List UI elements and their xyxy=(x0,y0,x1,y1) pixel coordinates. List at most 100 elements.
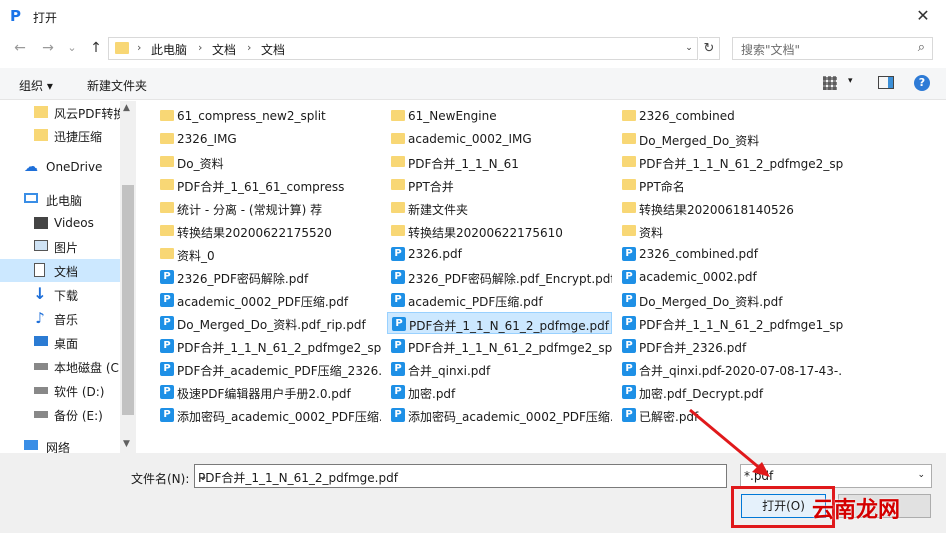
pdf-file-item[interactable]: Pacademic_0002_PDF压缩.pdf xyxy=(156,289,381,311)
folder-item[interactable]: PPT合并 xyxy=(387,174,612,196)
breadcrumb-documents-current[interactable]: 文档 xyxy=(261,41,285,58)
address-bar[interactable]: › 此电脑 › 文档 › 文档 xyxy=(108,37,698,60)
folder-item[interactable]: PPT命名 xyxy=(618,174,843,196)
pdf-file-item[interactable]: P 极速PDF编辑器用户手册2.0.pdf xyxy=(156,381,381,403)
sidebar-item-this-pc[interactable]: 此电脑 xyxy=(0,188,120,211)
pdf-file-item[interactable]: P PDF合并_1_1_N_61_2_pdfmge2_sp... xyxy=(156,335,381,357)
sidebar-item-network[interactable]: 网络 xyxy=(0,435,120,453)
sidebar-item-xunjie[interactable]: 迅捷压缩 xyxy=(0,124,120,147)
file-name: PDF合并_1_1_N_61 xyxy=(408,157,519,171)
folder-item[interactable]: 资料 xyxy=(618,220,843,242)
drive-icon xyxy=(34,363,48,370)
computer-icon xyxy=(24,193,38,203)
pdf-file-item[interactable]: P PDF合并_1_1_N_61_2_pdfmge1_sp... xyxy=(618,312,843,334)
breadcrumb-this-pc[interactable]: 此电脑 xyxy=(151,41,187,58)
folder-item[interactable]: PDF合并_1_1_N_61_2_pdfmge2_sp... xyxy=(618,151,843,173)
pdf-file-icon: P xyxy=(391,270,405,284)
folder-item[interactable]: 2326_combined xyxy=(618,105,843,127)
pdf-file-item[interactable]: Pacademic_0002.pdf xyxy=(618,266,843,288)
preview-pane-icon[interactable] xyxy=(878,76,894,89)
sidebar-item-drive-d[interactable]: 软件 (D:) xyxy=(0,379,120,402)
view-dropdown-icon[interactable]: ▾ xyxy=(848,76,853,86)
sidebar-item-downloads[interactable]: ↓ 下载 xyxy=(0,283,120,306)
sidebar-item-videos[interactable]: Videos xyxy=(0,212,120,235)
folder-item[interactable]: 转换结果20200622175520 xyxy=(156,220,381,242)
pdf-file-icon: P xyxy=(622,270,636,284)
pdf-file-item[interactable]: P 合并_qinxi.pdf xyxy=(387,358,612,380)
pdf-file-item[interactable]: P 2326_PDF密码解除.pdf xyxy=(156,266,381,288)
folder-item[interactable]: Do_Merged_Do_资料 xyxy=(618,128,843,150)
folder-item[interactable]: 2326_IMG xyxy=(156,128,381,150)
pdf-file-item[interactable]: P 加密.pdf_Decrypt.pdf xyxy=(618,381,843,403)
view-grid-icon[interactable] xyxy=(823,76,837,90)
pdf-file-item[interactable]: P PDF合并_1_1_N_61_2_pdfmge2_sp... xyxy=(387,335,612,357)
help-icon[interactable]: ? xyxy=(914,75,930,91)
pdf-file-item[interactable]: P 2326_PDF密码解除.pdf_Encrypt.pdf xyxy=(387,266,612,288)
folder-item[interactable]: 转换结果20200622175610 xyxy=(387,220,612,242)
folder-item[interactable]: 资料_0 xyxy=(156,243,381,265)
scroll-up-icon[interactable]: ▲ xyxy=(123,103,130,113)
organize-menu[interactable]: 组织 ▾ xyxy=(19,77,53,94)
sidebar-item-desktop[interactable]: 桌面 xyxy=(0,331,120,354)
file-type-filter[interactable]: *.pdf ⌄ xyxy=(740,464,932,488)
sidebar-item-drive-e[interactable]: 备份 (E:) xyxy=(0,403,120,426)
file-name: 合并_qinxi.pdf xyxy=(408,364,491,378)
refresh-icon[interactable]: ↻ xyxy=(699,37,720,60)
close-button[interactable]: ✕ xyxy=(900,0,946,32)
new-folder-button[interactable]: 新建文件夹 xyxy=(87,77,147,94)
folder-item[interactable]: PDF合并_1_1_N_61 xyxy=(387,151,612,173)
search-box[interactable]: 搜索"文档" ⌕ xyxy=(732,37,933,60)
pdf-file-item[interactable]: P 2326_combined.pdf xyxy=(618,243,843,265)
recent-chevron-down-icon[interactable]: ⌄ xyxy=(64,40,80,56)
pdf-file-item[interactable]: Pacademic_PDF压缩.pdf xyxy=(387,289,612,311)
chevron-down-icon[interactable]: ⌄ xyxy=(198,469,722,483)
pdf-file-item[interactable]: P Do_Merged_Do_资料.pdf_rip.pdf xyxy=(156,312,381,334)
sidebar-item-fengyun-pdf[interactable]: 风云PDF转换 xyxy=(0,101,125,124)
search-icon[interactable]: ⌕ xyxy=(918,40,925,55)
download-arrow-icon: ↓ xyxy=(33,284,47,303)
folder-icon xyxy=(391,156,405,167)
folder-item[interactable]: 新建文件夹 xyxy=(387,197,612,219)
pdf-file-item[interactable]: P 添加密码_academic_0002_PDF压缩... xyxy=(387,404,612,426)
sidebar-item-documents[interactable]: 文档 xyxy=(0,259,120,282)
file-name: PDF合并_1_1_N_61_2_pdfmge2_sp... xyxy=(639,157,843,171)
sidebar-item-music[interactable]: ♪ 音乐 xyxy=(0,307,120,330)
forward-arrow-icon[interactable]: → xyxy=(40,40,56,56)
filename-input[interactable]: PDF合并_1_1_N_61_2_pdfmge.pdf ⌄ xyxy=(194,464,727,488)
folder-item[interactable]: Do_资料 xyxy=(156,151,381,173)
scroll-down-icon[interactable]: ▼ xyxy=(123,439,130,449)
pdf-file-item[interactable]: P 加密.pdf xyxy=(387,381,612,403)
sidebar-scrollbar[interactable]: ▲ ▼ xyxy=(120,101,136,453)
scrollbar-thumb[interactable] xyxy=(122,185,134,415)
address-dropdown-icon[interactable]: ⌄ xyxy=(680,37,698,60)
folder-item[interactable]: 61_compress_new2_split xyxy=(156,105,381,127)
selected-pdf-file-item[interactable]: P PDF合并_1_1_N_61_2_pdfmge.pdf xyxy=(387,312,612,334)
sidebar-item-pictures[interactable]: 图片 xyxy=(0,235,120,258)
pdf-file-icon: P xyxy=(391,362,405,376)
sidebar-item-drive-c[interactable]: 本地磁盘 (C: xyxy=(0,355,123,378)
pdf-file-item[interactable]: P 合并_qinxi.pdf-2020-07-08-17-43-... xyxy=(618,358,843,380)
pdf-file-item[interactable]: P Do_Merged_Do_资料.pdf xyxy=(618,289,843,311)
pdf-file-item[interactable]: P PDF合并_2326.pdf xyxy=(618,335,843,357)
file-name: Do_资料 xyxy=(177,157,224,171)
pdf-file-item[interactable]: P PDF合并_academic_PDF压缩_2326.... xyxy=(156,358,381,380)
up-arrow-icon[interactable]: ↑ xyxy=(88,40,104,56)
search-placeholder: 搜索"文档" xyxy=(741,43,801,57)
pdf-file-icon: P xyxy=(160,339,174,353)
folder-item[interactable]: academic_0002_IMG xyxy=(387,128,612,150)
sidebar-item-label: 音乐 xyxy=(54,313,79,327)
folder-icon xyxy=(622,133,636,144)
chevron-down-icon[interactable]: ⌄ xyxy=(917,470,925,480)
pdf-file-item[interactable]: P 已解密.pdf xyxy=(618,404,843,426)
file-name: PDF合并_2326.pdf xyxy=(639,341,747,355)
folder-item[interactable]: 转换结果20200618140526 xyxy=(618,197,843,219)
back-arrow-icon[interactable]: ← xyxy=(12,40,28,56)
file-name: academic_0002.pdf xyxy=(639,270,757,284)
pdf-file-item[interactable]: P 2326.pdf xyxy=(387,243,612,265)
pdf-file-item[interactable]: P 添加密码_academic_0002_PDF压缩... xyxy=(156,404,381,426)
folder-item[interactable]: 统计 - 分离 - (常规计算) 荐 xyxy=(156,197,381,219)
sidebar-item-onedrive[interactable]: ☁ OneDrive xyxy=(0,156,120,179)
breadcrumb-documents[interactable]: 文档 xyxy=(212,41,236,58)
folder-item[interactable]: PDF合并_1_61_61_compress xyxy=(156,174,381,196)
folder-item[interactable]: 61_NewEngine xyxy=(387,105,612,127)
